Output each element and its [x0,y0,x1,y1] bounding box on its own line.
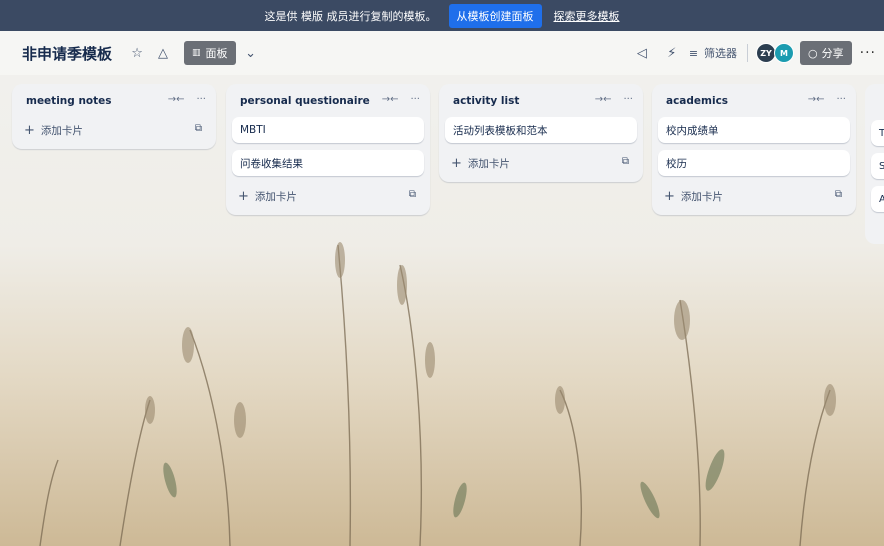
banner-message: 这是供 模版 成员进行复制的模板。 [264,9,437,23]
add-card-button[interactable]: + 添加卡片 ⧉ [232,183,424,209]
template-banner: 这是供 模版 成员进行复制的模板。 从模板创建面板 探索更多模板 [0,0,884,31]
plus-icon: + [451,155,462,171]
person-add-icon: ○ [808,46,818,60]
plus-icon: + [238,188,249,204]
list-menu-icon[interactable]: ··· [410,94,420,105]
create-from-template-button[interactable]: 从模板创建面板 [448,3,542,28]
add-card-label: 添加卡片 [680,190,723,203]
board-title[interactable]: 非申请季模板 [22,43,112,64]
add-card-label: 添加卡片 [254,190,297,203]
header-actions: ◁ ⚡ ≡ 筛选器 ZY M ○ 分享 ··· [631,41,876,65]
collapse-icon[interactable]: →← [808,94,825,105]
card[interactable]: 活动列表模板和范本 [445,117,637,143]
filter-icon: ≡ [688,46,699,60]
card[interactable]: 问卷收集结果 [232,150,424,176]
list-menu-icon[interactable]: ··· [623,94,633,105]
card[interactable]: S [871,153,884,179]
automation-icon[interactable]: ⚡ [661,42,683,64]
share-button[interactable]: ○ 分享 [800,41,852,65]
filter-label: 筛选器 [704,47,738,60]
add-card-button[interactable]: + 添加卡片 ⧉ [445,150,637,176]
list-academics: academics →← ··· 校内成绩单 校历 + 添加卡片 ⧉ [652,84,856,215]
filter-button[interactable]: ≡ 筛选器 [689,45,737,61]
board-view-button[interactable]: ▥ 面板 [184,41,236,65]
card[interactable]: T [871,120,884,146]
board-background-image [0,0,884,546]
list-activity-list: activity list →← ··· 活动列表模板和范本 + 添加卡片 ⧉ [439,84,643,182]
list-title[interactable]: meeting notes [26,95,112,107]
add-card-label: 添加卡片 [467,157,510,170]
member-avatars: ZY M [756,43,795,63]
list-menu-icon[interactable]: ··· [836,94,846,105]
add-card-button[interactable]: + 添加卡片 ⧉ [658,183,850,209]
list-meeting-notes: meeting notes →← ··· + 添加卡片 ⧉ [12,84,216,149]
plus-icon: + [664,188,675,204]
collapse-icon[interactable]: →← [595,94,612,105]
chevron-down-icon[interactable]: ⌄ [240,42,262,64]
collapse-icon[interactable]: →← [382,94,399,105]
plus-icon: + [24,122,35,138]
list-menu-icon[interactable]: ··· [196,94,206,105]
more-options-icon[interactable]: ··· [860,45,876,61]
card[interactable]: 校历 [658,150,850,176]
card-template-icon[interactable]: ⧉ [409,189,416,200]
avatar[interactable]: ZY [756,43,777,63]
collapse-icon[interactable]: →← [168,94,185,105]
list-header: academics →← ··· [658,84,850,117]
send-icon[interactable]: ◁ [631,42,653,64]
list-header: personal questionaire →← ··· [232,84,424,117]
list-personal-questionaire: personal questionaire →← ··· MBTI 问卷收集结果… [226,84,430,215]
list-title[interactable]: activity list [453,95,519,107]
card[interactable]: MBTI [232,117,424,143]
share-label: 分享 [821,47,844,60]
card-template-icon[interactable]: ⧉ [195,123,202,134]
explore-templates-link[interactable]: 探索更多模板 [554,8,620,24]
card-template-icon[interactable]: ⧉ [622,156,629,167]
list-title[interactable]: academics [666,95,728,107]
visibility-icon[interactable]: △ [152,42,174,64]
card[interactable]: 校内成绩单 [658,117,850,143]
card-template-icon[interactable]: ⧉ [835,189,842,200]
header-divider [747,44,749,62]
list-header: meeting notes →← ··· [18,84,210,117]
avatar[interactable]: M [774,43,795,63]
board-view-icon: ▥ [192,48,201,58]
add-card-label: 添加卡片 [40,124,83,137]
board-header: 非申请季模板 ☆ △ ▥ 面板 ⌄ ◁ ⚡ ≡ 筛选器 ZY M ○ 分享 ··… [0,31,884,75]
list-header: activity list →← ··· [445,84,637,117]
list-partial: T S A [865,84,884,244]
list-title[interactable]: personal questionaire [240,95,370,107]
star-icon[interactable]: ☆ [126,42,148,64]
card[interactable]: A [871,186,884,212]
add-card-button[interactable]: + 添加卡片 ⧉ [18,117,210,143]
board-view-label: 面板 [205,47,228,60]
